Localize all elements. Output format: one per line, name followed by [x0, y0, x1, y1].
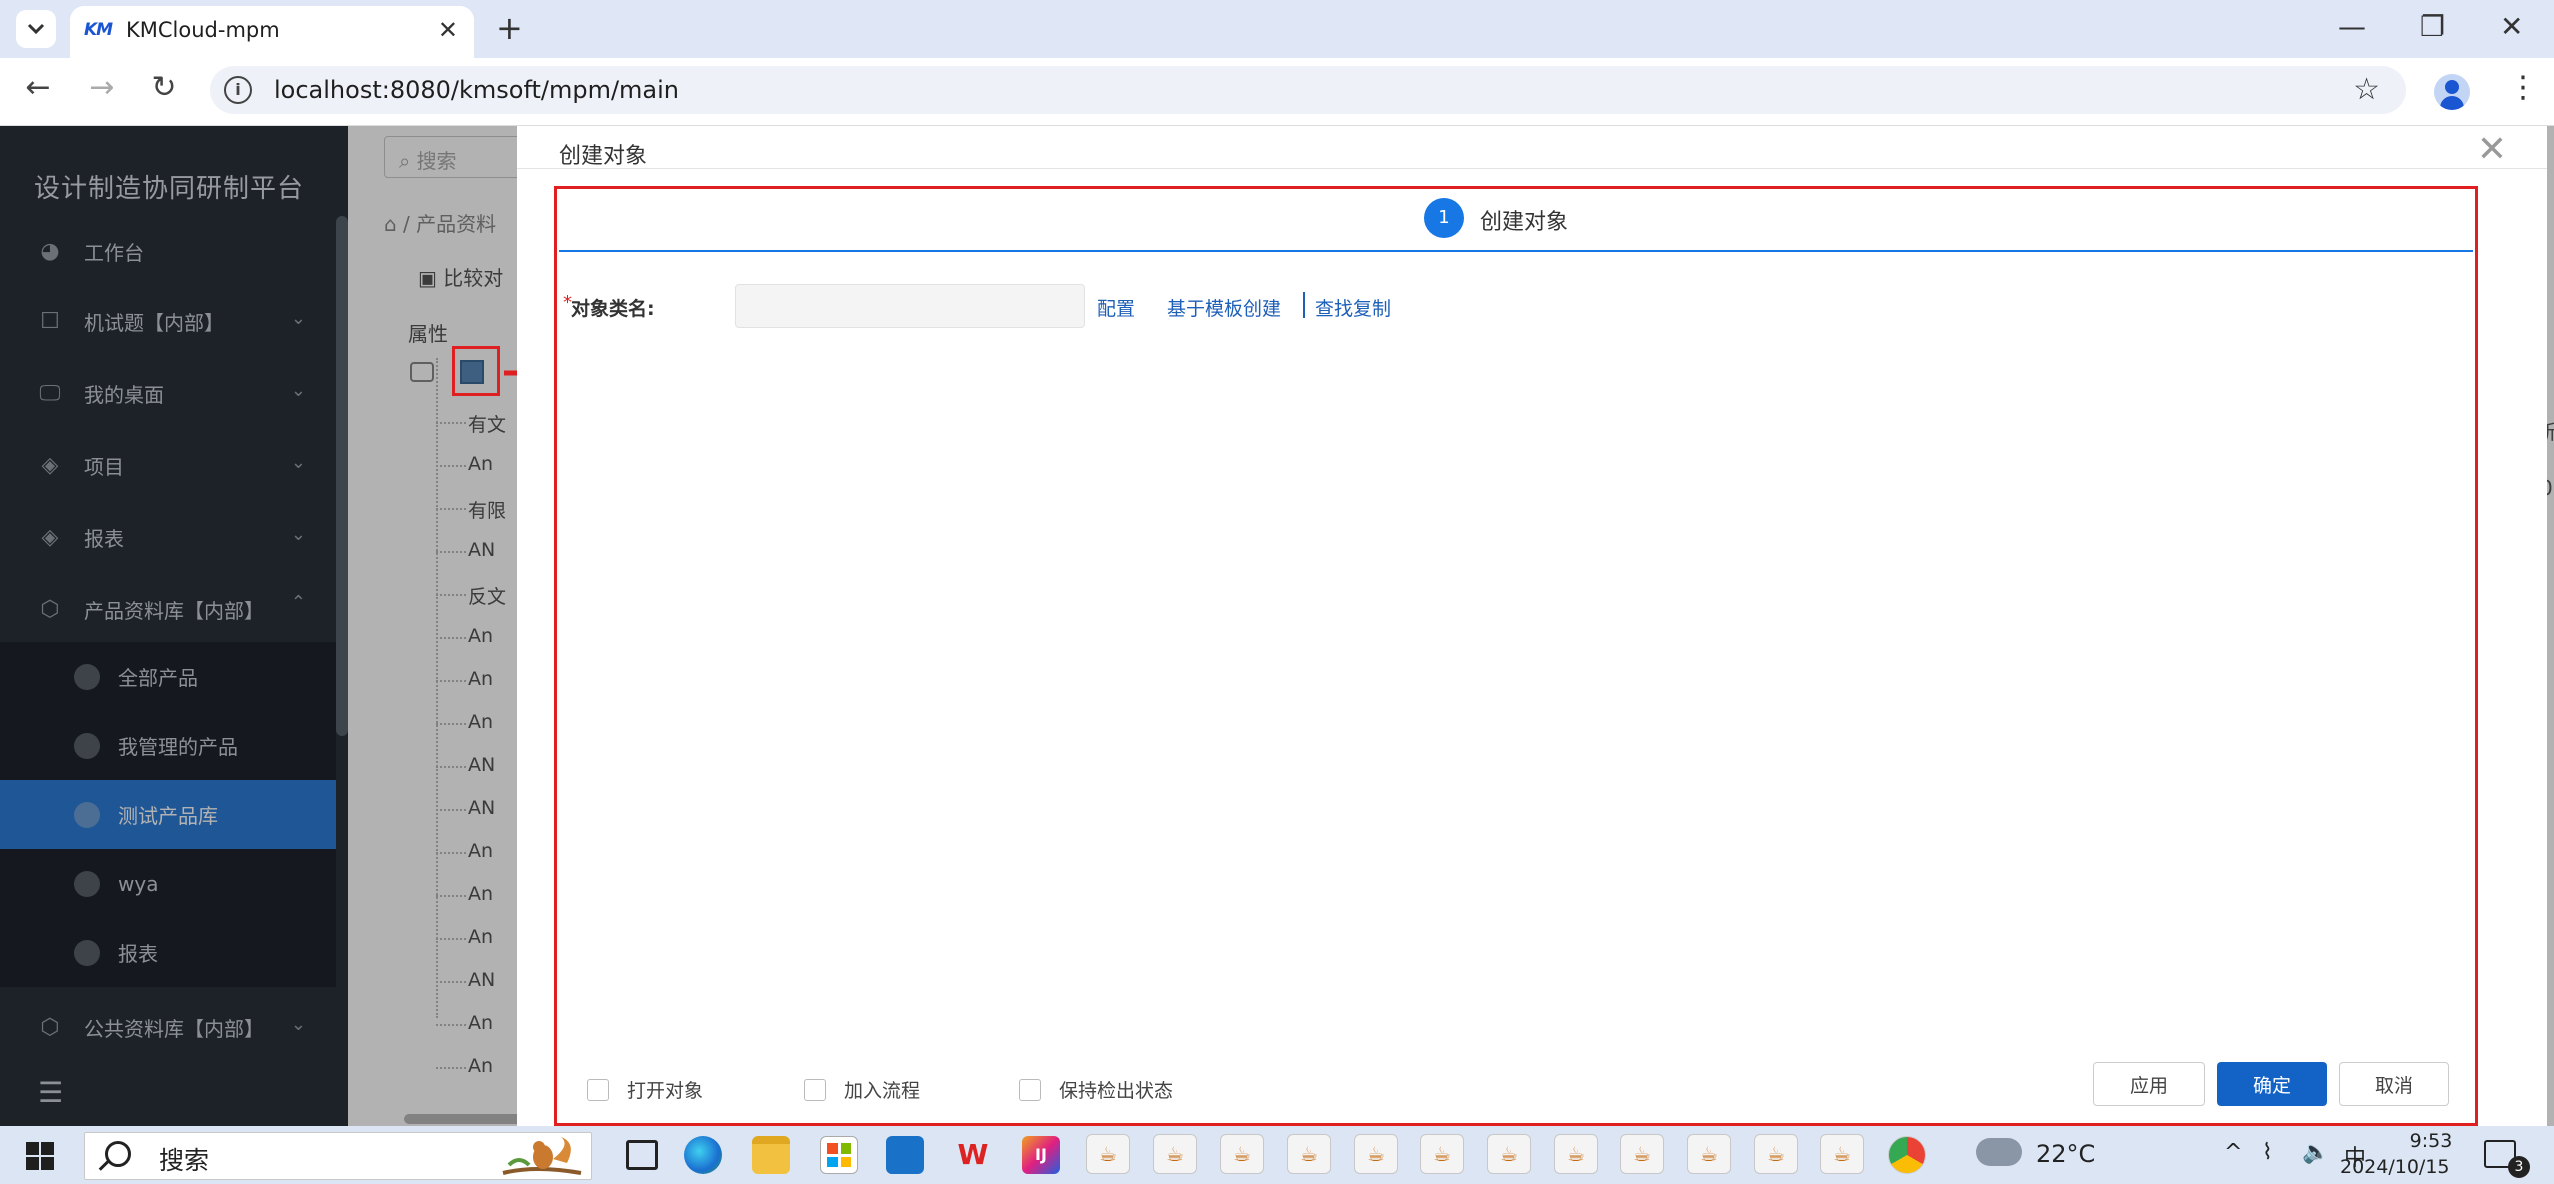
- squirrel-decoration-icon: [502, 1137, 582, 1175]
- temperature[interactable]: 22°C: [2036, 1140, 2095, 1168]
- java-app-icon[interactable]: ☕: [1220, 1134, 1264, 1174]
- java-app-icon[interactable]: ☕: [1354, 1134, 1398, 1174]
- forward-arrow-icon[interactable]: →: [80, 70, 124, 105]
- java-app-icon[interactable]: ☕: [1420, 1134, 1464, 1174]
- show-hidden-icons-icon[interactable]: ^: [2224, 1140, 2242, 1165]
- java-app-icon[interactable]: ☕: [1820, 1134, 1864, 1174]
- app-area: 设计制造协同研制平台 ◕ 工作台 ☐ 机试题【内部】 ⌄ 🖵 我的桌面 ⌄ ◈ …: [0, 126, 2554, 1126]
- address-toolbar: ← → ↻ i localhost:8080/kmsoft/mpm/main ☆…: [0, 58, 2554, 126]
- java-app-icon[interactable]: ☕: [1754, 1134, 1798, 1174]
- microsoft-store-icon[interactable]: [820, 1136, 858, 1174]
- bookmark-star-icon[interactable]: ☆: [2353, 72, 2380, 107]
- dialog-close-icon[interactable]: ✕: [2477, 132, 2507, 168]
- step-number-badge: 1: [1424, 198, 1464, 238]
- java-app-icon[interactable]: ☕: [1687, 1134, 1731, 1174]
- apply-button[interactable]: 应用: [2093, 1062, 2205, 1106]
- clock-date[interactable]: 2024/10/15: [2340, 1156, 2450, 1178]
- more-menu-icon[interactable]: ⋮: [2508, 70, 2538, 105]
- restore-icon[interactable]: ❐: [2420, 10, 2445, 43]
- tab-title: KMCloud-mpm: [126, 18, 280, 42]
- speaker-icon[interactable]: 🔈: [2302, 1140, 2329, 1165]
- cancel-button[interactable]: 取消: [2339, 1062, 2449, 1106]
- chrome-browser-icon[interactable]: [1888, 1136, 1926, 1174]
- site-info-icon[interactable]: i: [224, 76, 252, 104]
- dialog-title: 创建对象: [559, 144, 648, 169]
- tab-search-dropdown[interactable]: [16, 10, 56, 48]
- notification-count-badge: 3: [2508, 1156, 2530, 1178]
- config-link[interactable]: 配置: [1097, 294, 1135, 321]
- checkbox-box[interactable]: [587, 1078, 609, 1101]
- java-app-icon[interactable]: ☕: [1287, 1134, 1331, 1174]
- browser-tab[interactable]: KM KMCloud-mpm ✕: [70, 6, 474, 58]
- java-app-icon[interactable]: ☕: [1554, 1134, 1598, 1174]
- checkbox-box[interactable]: [804, 1078, 826, 1101]
- task-view-icon[interactable]: [626, 1140, 658, 1170]
- confirm-button[interactable]: 确定: [2217, 1062, 2327, 1106]
- checkbox-label: 加入流程: [844, 1080, 921, 1102]
- back-arrow-icon[interactable]: ←: [16, 70, 60, 105]
- find-copy-link[interactable]: 查找复制: [1315, 294, 1391, 321]
- new-tab-button[interactable]: +: [496, 10, 523, 46]
- dialog-divider: [517, 168, 2547, 169]
- link-separator: [1303, 292, 1305, 318]
- browser-tab-bar: KM KMCloud-mpm ✕ + — ❐ ✕: [0, 0, 2554, 58]
- taskbar-search-label: 搜索: [159, 1146, 210, 1175]
- wps-office-icon[interactable]: W: [954, 1136, 992, 1174]
- java-app-icon[interactable]: ☕: [1153, 1134, 1197, 1174]
- create-object-dialog: 创建对象 ✕ 1 创建对象 * 对象类名: 配置 基于模板创建 查找复制 打开对…: [517, 126, 2547, 1126]
- object-class-input[interactable]: [735, 284, 1085, 328]
- java-app-icon[interactable]: ☕: [1620, 1134, 1664, 1174]
- taskbar-search-box[interactable]: 搜索: [84, 1132, 592, 1180]
- intellij-idea-icon[interactable]: IJ: [1022, 1136, 1060, 1174]
- profile-avatar-icon[interactable]: [2434, 74, 2470, 110]
- annotation-highlight-box: [452, 346, 500, 396]
- checkbox-label: 打开对象: [627, 1080, 704, 1102]
- edge-browser-icon[interactable]: [684, 1136, 722, 1174]
- url-text[interactable]: localhost:8080/kmsoft/mpm/main: [274, 76, 679, 104]
- tab-close-icon[interactable]: ✕: [438, 16, 458, 44]
- address-bar[interactable]: i localhost:8080/kmsoft/mpm/main ☆: [210, 66, 2406, 114]
- network-icon[interactable]: ⌇: [2262, 1140, 2273, 1165]
- clock-time[interactable]: 9:53: [2378, 1130, 2484, 1152]
- java-app-icon[interactable]: ☕: [1086, 1134, 1130, 1174]
- checkbox-label: 保持检出状态: [1059, 1080, 1174, 1102]
- open-object-checkbox[interactable]: 打开对象: [587, 1076, 703, 1103]
- java-app-icon[interactable]: ☕: [1487, 1134, 1531, 1174]
- reload-icon[interactable]: ↻: [142, 70, 186, 105]
- object-class-label: 对象类名:: [571, 298, 655, 320]
- file-explorer-icon[interactable]: [752, 1136, 790, 1174]
- windows-taskbar: 搜索 W IJ ☕ ☕ ☕ ☕ ☕ ☕ ☕ ☕ ☕ ☕ ☕ ☕ 22°C ^ ⌇…: [0, 1126, 2554, 1184]
- kmcloud-favicon-icon: KM: [84, 20, 113, 40]
- create-from-template-link[interactable]: 基于模板创建: [1167, 294, 1281, 321]
- step-divider: [559, 250, 2473, 252]
- checkbox-box[interactable]: [1019, 1078, 1041, 1101]
- step-label: 创建对象: [1480, 210, 1569, 235]
- chevron-down-icon: [27, 23, 45, 35]
- keep-checked-out-checkbox[interactable]: 保持检出状态: [1019, 1076, 1173, 1103]
- windows-start-icon[interactable]: [26, 1142, 54, 1170]
- mail-icon[interactable]: [886, 1136, 924, 1174]
- search-icon: [105, 1141, 131, 1167]
- add-workflow-checkbox[interactable]: 加入流程: [804, 1076, 920, 1103]
- cloud-weather-icon[interactable]: [1976, 1138, 2022, 1166]
- window-close-icon[interactable]: ✕: [2500, 10, 2523, 43]
- minimize-icon[interactable]: —: [2338, 10, 2366, 43]
